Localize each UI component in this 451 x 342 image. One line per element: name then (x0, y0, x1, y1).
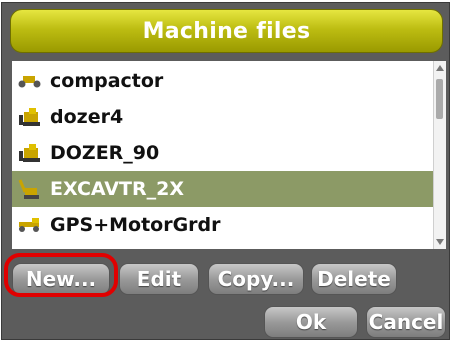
file-name: EXCAVTR_2X (50, 178, 184, 200)
list-item[interactable]: compactor (12, 63, 433, 99)
dozer-icon (16, 106, 44, 128)
scroll-down-icon[interactable] (436, 239, 444, 245)
delete-button[interactable]: Delete (311, 263, 397, 295)
scroll-thumb[interactable] (436, 79, 443, 119)
machine-files-dialog: Machine files compactor dozer4 DOZER_90 … (1, 2, 450, 340)
new-button[interactable]: New... (12, 263, 110, 295)
scroll-up-icon[interactable] (436, 65, 444, 71)
edit-button[interactable]: Edit (119, 263, 199, 295)
list-item[interactable]: dozer4 (12, 99, 433, 135)
file-name: GPS+MotorGrdr (50, 214, 221, 236)
cancel-button[interactable]: Cancel (366, 306, 446, 338)
file-name: dozer4 (50, 106, 124, 128)
list-scrollbar[interactable] (433, 61, 446, 249)
file-name: DOZER_90 (50, 142, 160, 164)
file-name: compactor (50, 70, 164, 92)
dozer-icon (16, 142, 44, 164)
dialog-title: Machine files (10, 9, 443, 53)
excavator-icon (16, 178, 44, 200)
compactor-icon (16, 70, 44, 92)
ok-button[interactable]: Ok (264, 306, 358, 338)
motor-grader-icon (16, 214, 44, 236)
list-item-selected[interactable]: EXCAVTR_2X (12, 171, 433, 207)
machine-file-list[interactable]: compactor dozer4 DOZER_90 EXCAVTR_2X GPS… (12, 61, 433, 249)
list-item[interactable]: GPS+MotorGrdr (12, 207, 433, 243)
list-item[interactable]: DOZER_90 (12, 135, 433, 171)
copy-button[interactable]: Copy... (208, 263, 304, 295)
